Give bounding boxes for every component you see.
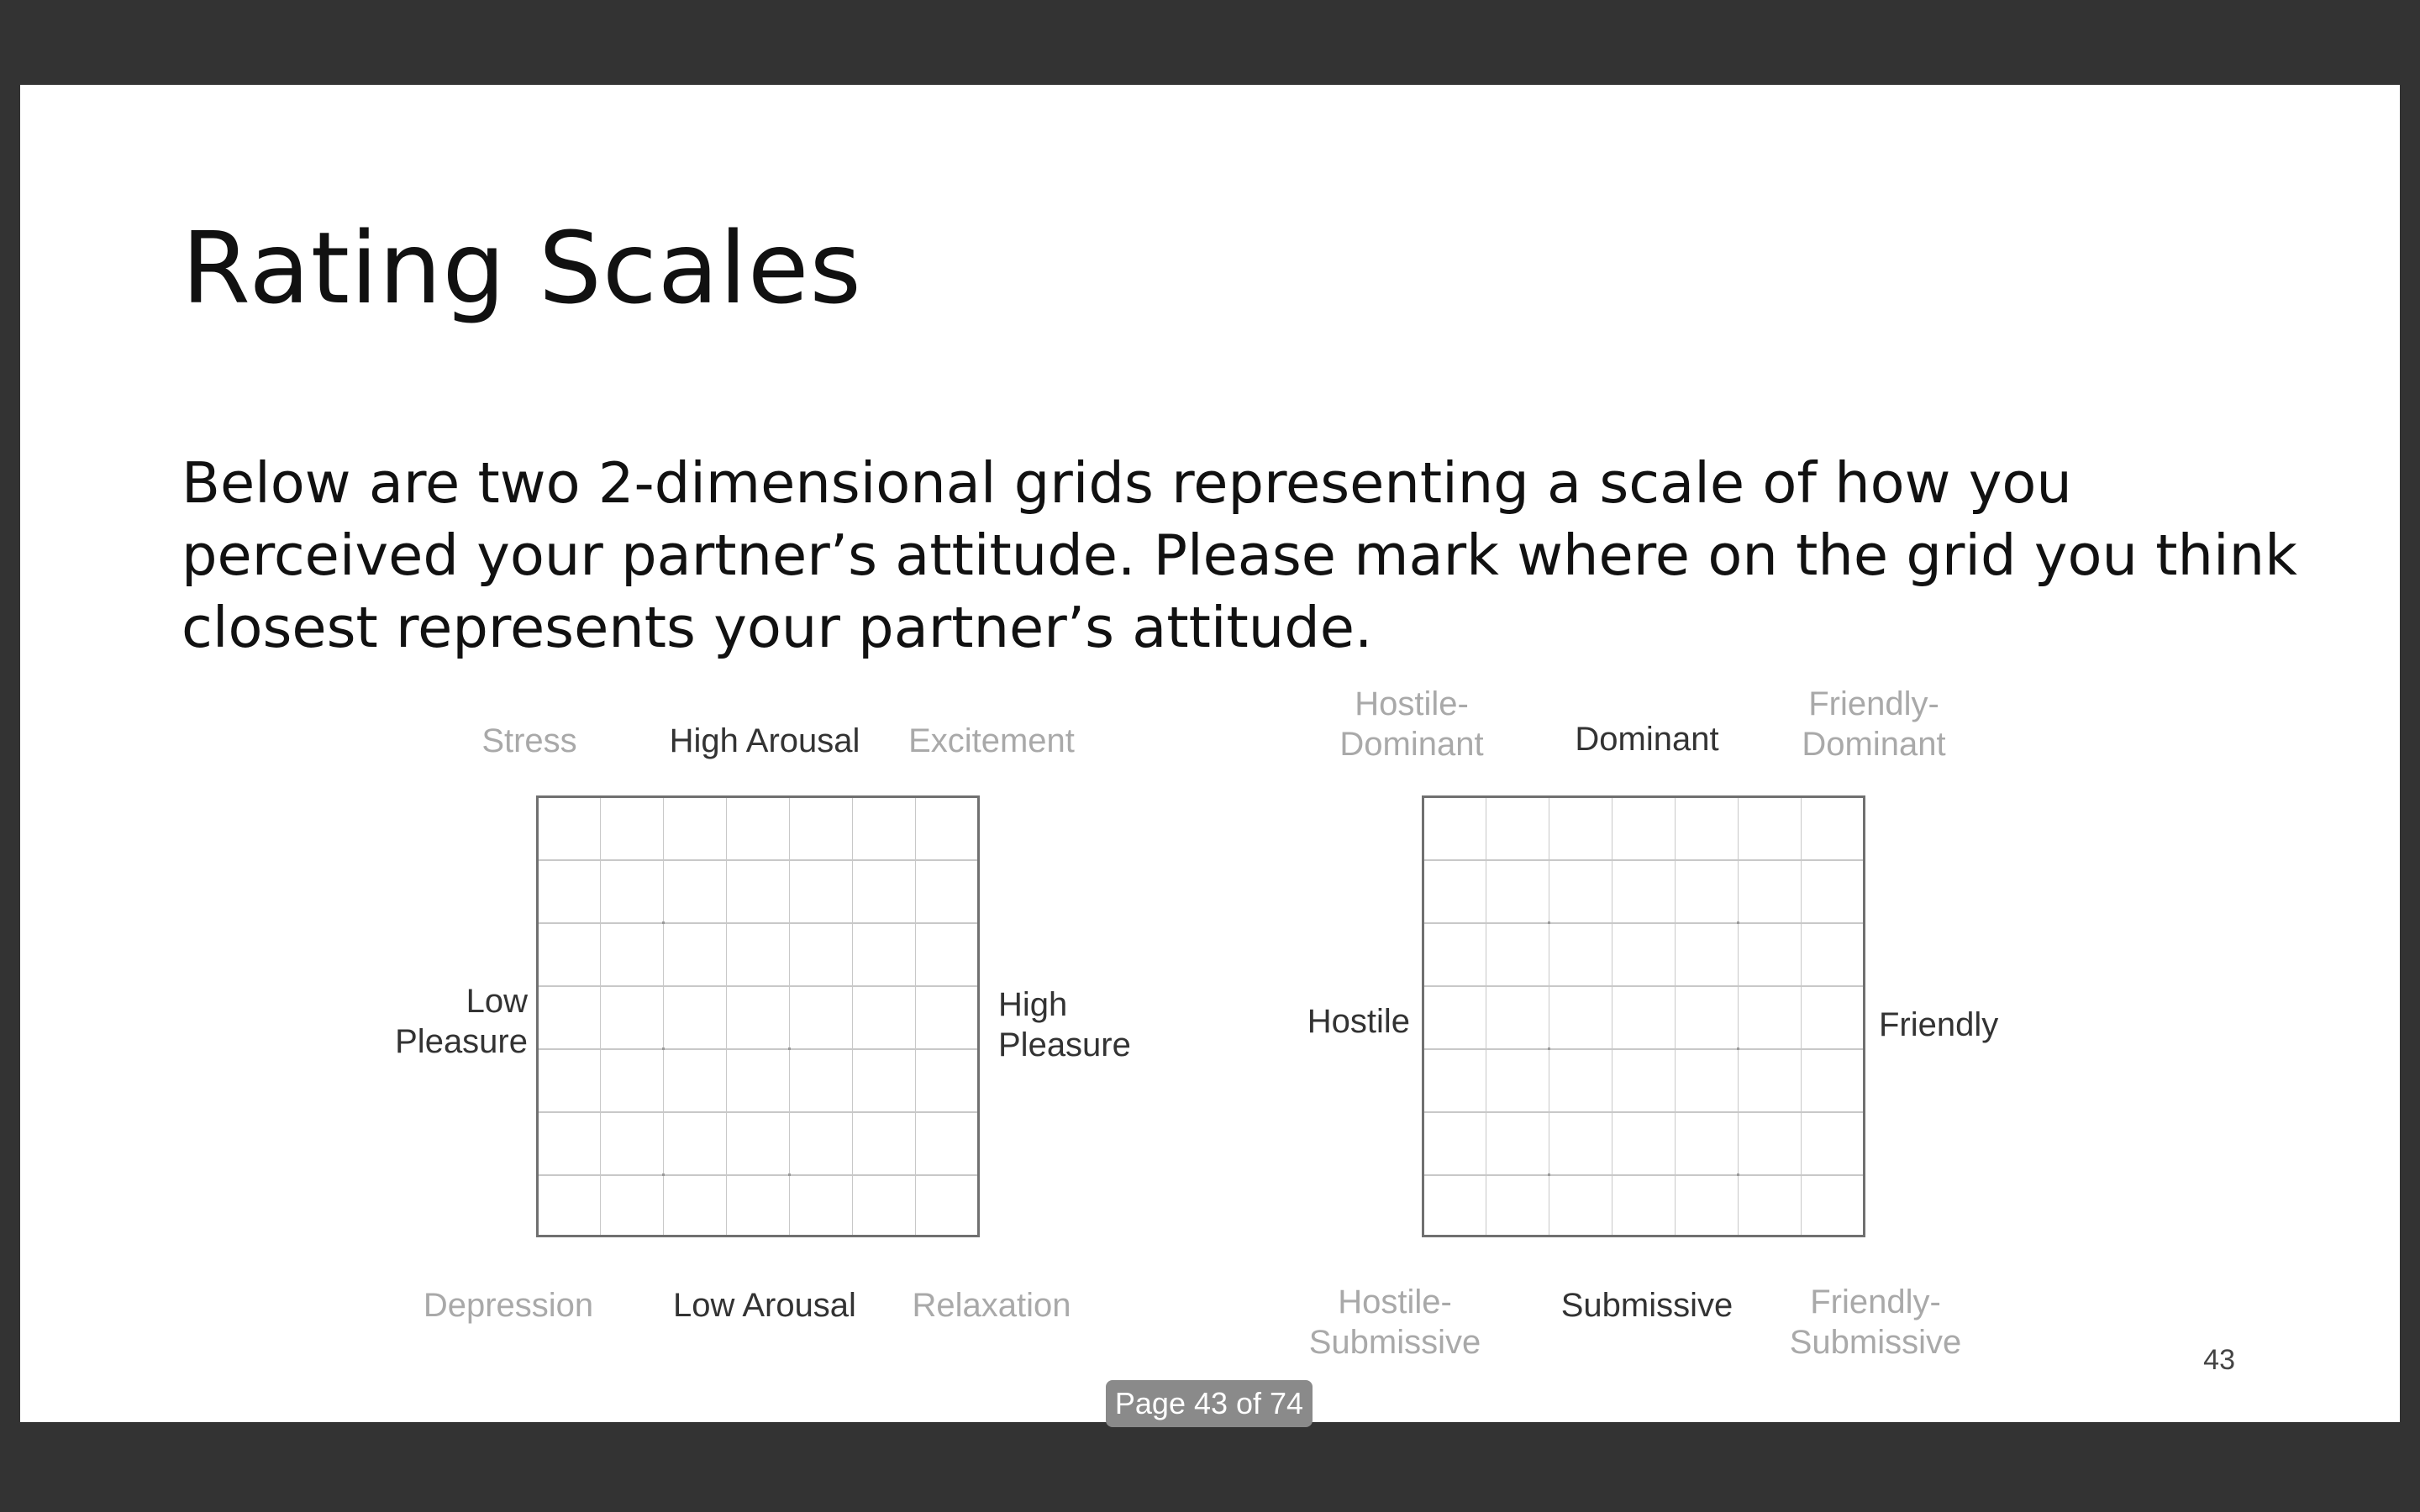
- slide-number: 43: [2203, 1344, 2235, 1376]
- label-hostile-submissive-2: Submissive: [1308, 1324, 1481, 1361]
- slide-title: Rating Scales: [182, 210, 862, 326]
- label-high-pleasure-1: High: [998, 986, 1068, 1023]
- label-high-pleasure-2: Pleasure: [998, 1026, 1131, 1063]
- label-hostile-dominant-2: Dominant: [1339, 726, 1484, 763]
- label-low-pleasure-1: Low: [466, 983, 528, 1020]
- label-hostile-dominant-1: Hostile-: [1355, 685, 1469, 722]
- label-excitement: Excitement: [908, 722, 1075, 759]
- arousal-pleasure-grid[interactable]: [536, 795, 980, 1237]
- label-hostile: Hostile: [1307, 1003, 1410, 1040]
- page-indicator: Page 43 of 74: [1106, 1380, 1313, 1427]
- label-friendly: Friendly: [1879, 1006, 1999, 1043]
- label-friendly-submissive-2: Submissive: [1789, 1324, 1962, 1361]
- label-friendly-submissive-1: Friendly-: [1810, 1284, 1941, 1320]
- label-friendly-dominant-2: Dominant: [1802, 726, 1946, 763]
- label-dominant: Dominant: [1575, 721, 1719, 758]
- label-depression: Depression: [423, 1287, 594, 1324]
- label-friendly-dominant-1: Friendly-: [1808, 685, 1939, 722]
- label-low-pleasure-2: Pleasure: [395, 1023, 528, 1060]
- dominance-friendliness-grid[interactable]: [1422, 795, 1865, 1237]
- label-low-arousal: Low Arousal: [673, 1287, 856, 1324]
- label-high-arousal: High Arousal: [669, 722, 860, 759]
- label-relaxation: Relaxation: [912, 1287, 1071, 1324]
- label-hostile-submissive-1: Hostile-: [1338, 1284, 1452, 1320]
- slide-body-text: Below are two 2-dimensional grids repres…: [182, 450, 2297, 660]
- label-submissive: Submissive: [1560, 1287, 1733, 1324]
- label-stress: Stress: [481, 722, 577, 759]
